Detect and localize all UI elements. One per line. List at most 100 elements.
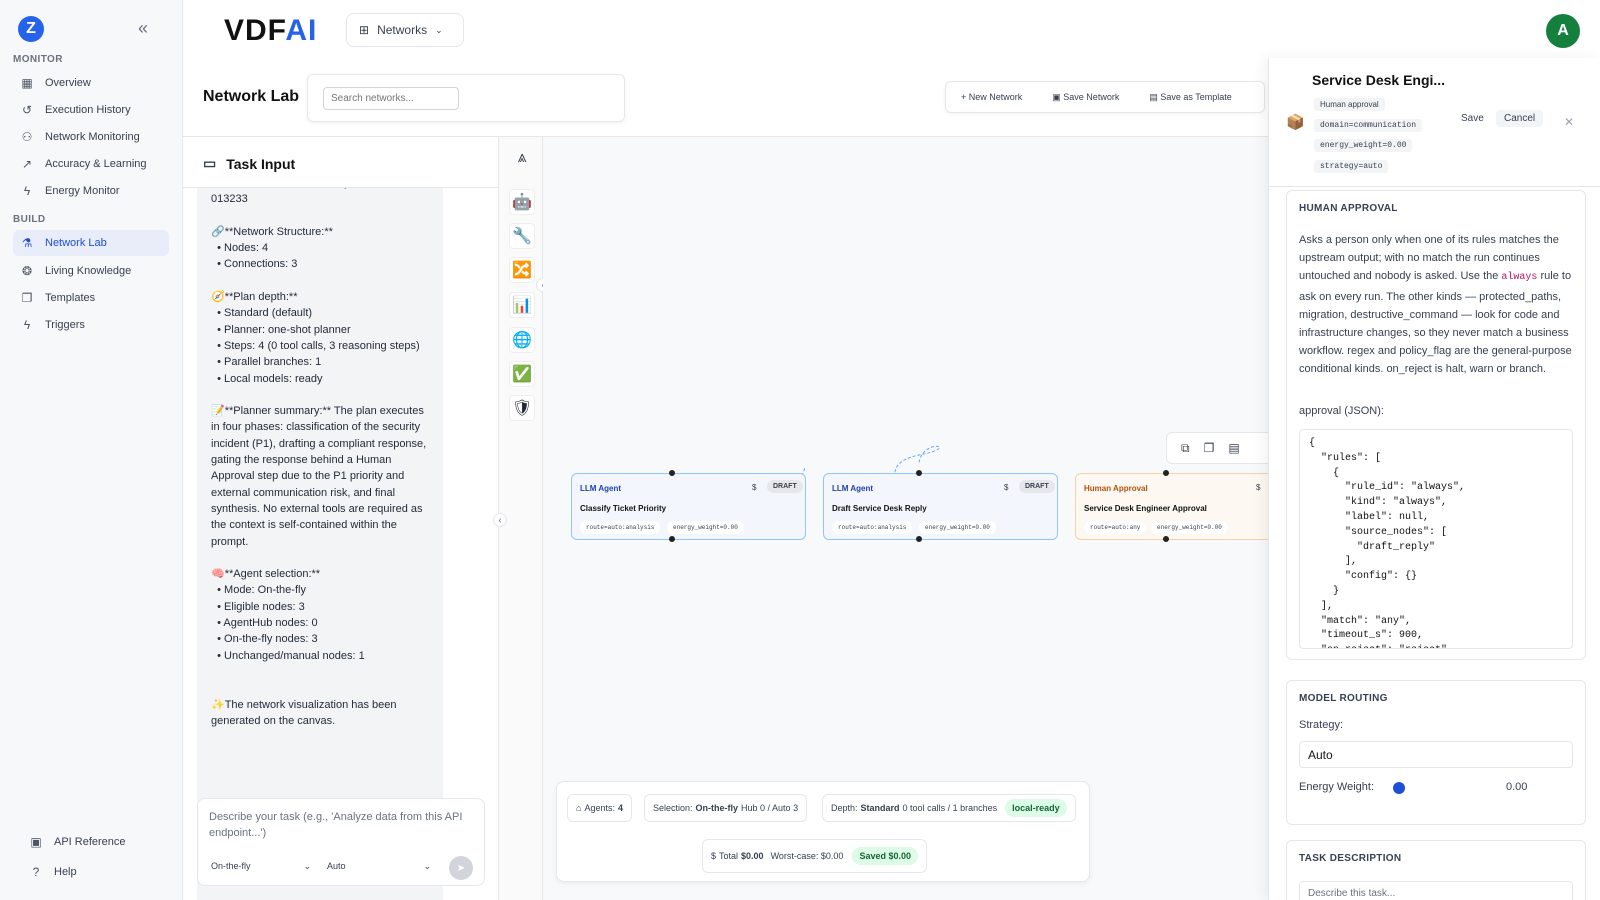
copy-icon[interactable]: ❐ xyxy=(1204,441,1215,455)
sidebar-item-network-lab[interactable]: ⚗ Network Lab xyxy=(13,230,169,256)
networks-label: Networks xyxy=(377,23,428,37)
node-cost: $ xyxy=(1004,483,1009,492)
energy-chip: energy_weight=0.00 xyxy=(1151,521,1228,534)
hierarchy-icon[interactable]: ⩓ xyxy=(509,145,535,171)
sidebar-item-templates[interactable]: ❐ Templates xyxy=(13,285,169,311)
sidebar-item-api-reference[interactable]: ▣ API Reference xyxy=(22,829,178,855)
node-kind: LLM Agent xyxy=(832,484,874,493)
sidebar-item-label: Accuracy & Learning xyxy=(45,158,147,170)
sidebar-item-help[interactable]: ? Help xyxy=(22,859,178,885)
chevron-down-icon: ⌄ xyxy=(303,861,311,871)
dollar-icon: $ xyxy=(711,851,717,861)
save-template-label: Save as Template xyxy=(1160,91,1232,102)
node-handle[interactable] xyxy=(916,470,922,476)
node-cost: $ xyxy=(1256,483,1261,492)
chat-icon: ▭ xyxy=(203,155,217,171)
node-actions-toolbar: ⧉ ❐ ▤ xyxy=(1166,432,1272,464)
search-input[interactable] xyxy=(323,87,459,110)
model-routing-card: MODEL ROUTING Strategy: Auto Energy Weig… xyxy=(1286,680,1586,825)
file-icon[interactable]: ▤ xyxy=(1228,441,1239,455)
logo-icon[interactable]: Z xyxy=(18,16,44,42)
node-handle[interactable] xyxy=(669,470,675,476)
collapse-sidebar-icon[interactable]: « xyxy=(138,18,148,39)
strategy-select[interactable]: Auto xyxy=(1299,741,1573,768)
task-textarea[interactable]: Describe your task (e.g., 'Analyze data … xyxy=(209,809,479,841)
check-icon[interactable]: ✅ xyxy=(509,361,535,387)
node-handle[interactable] xyxy=(1163,536,1169,542)
selection-detail: Hub 0 / Auto 3 xyxy=(741,803,799,813)
sidebar-item-accuracy-learning[interactable]: ↗ Accuracy & Learning xyxy=(13,151,169,177)
section-build: BUILD xyxy=(13,214,46,225)
agents-label: Agents: xyxy=(584,803,615,813)
help-icon: ? xyxy=(32,865,40,879)
search-container xyxy=(307,74,625,122)
sidebar-item-energy-monitor[interactable]: ϟ Energy Monitor xyxy=(13,178,169,204)
node-kind: LLM Agent xyxy=(580,484,622,493)
task-description-input[interactable]: Describe this task... xyxy=(1299,881,1573,900)
shield-icon[interactable]: 🛡 xyxy=(509,395,535,421)
json-label: approval (JSON): xyxy=(1299,405,1384,417)
duplicate-icon[interactable]: ⧉ xyxy=(1181,441,1190,456)
cancel-button[interactable]: Cancel xyxy=(1496,110,1544,127)
shuffle-icon[interactable]: 🔀 xyxy=(509,257,535,283)
send-icon[interactable]: ➤ xyxy=(449,856,473,880)
status-badge: DRAFT xyxy=(1019,480,1055,493)
chart-icon[interactable]: 📊 xyxy=(509,292,535,318)
approval-json-editor[interactable]: { "rules": [ { "rule_id": "always", "kin… xyxy=(1299,429,1573,649)
node-kind: Human Approval xyxy=(1084,484,1148,493)
section-monitor: MONITOR xyxy=(13,54,63,65)
task-input-header: ▭ Task Input xyxy=(203,155,295,172)
globe-icon[interactable]: 🌐 xyxy=(509,327,535,353)
save-button[interactable]: Save xyxy=(1461,113,1484,124)
status-badge: DRAFT xyxy=(767,480,803,493)
total-value: $0.00 xyxy=(741,851,764,861)
wrench-icon[interactable]: 🔧 xyxy=(509,223,535,249)
network-icon: ⚇ xyxy=(21,130,33,144)
task-composer: Describe your task (e.g., 'Analyze data … xyxy=(197,798,485,886)
node-draft-reply[interactable]: LLM Agent $ DRAFT Draft Service Desk Rep… xyxy=(823,473,1058,540)
depth-detail: 0 tool calls / 1 branches xyxy=(902,803,998,813)
message-text: …workflow-for-this-ticket-my-l-20260926-… xyxy=(211,187,427,727)
node-classify-ticket[interactable]: LLM Agent $ DRAFT Classify Ticket Priori… xyxy=(571,473,806,540)
node-handle[interactable] xyxy=(916,536,922,542)
depth-value: Standard xyxy=(860,803,900,813)
save-icon: ▣ xyxy=(1052,91,1064,102)
save-template-button[interactable]: ▤ Save as Template xyxy=(1149,92,1231,103)
sidebar-item-label: Network Lab xyxy=(45,237,107,249)
node-human-approval[interactable]: Human Approval $ Service Desk Engineer A… xyxy=(1075,473,1275,540)
networks-dropdown[interactable]: ⊞ Networks ⌄ xyxy=(346,13,464,47)
sidebar-item-label: Triggers xyxy=(45,319,85,331)
sidebar-item-network-monitoring[interactable]: ⚇ Network Monitoring xyxy=(13,124,169,150)
bolt-icon: ϟ xyxy=(23,184,31,198)
plus-icon: + xyxy=(961,92,969,102)
mode-select[interactable]: On-the-fly ⌄ xyxy=(211,861,311,872)
sidebar-item-label: Overview xyxy=(45,77,91,89)
tag-type: Human approval xyxy=(1314,98,1385,111)
agents-pill: ⌂ Agents: 4 xyxy=(567,794,632,822)
sidebar-item-overview[interactable]: ▦ Overview xyxy=(13,70,169,96)
collapse-task-icon[interactable]: ‹ xyxy=(493,513,507,527)
worst-case-value: Worst-case: $0.00 xyxy=(770,851,844,861)
save-network-button[interactable]: ▣ Save Network xyxy=(1052,92,1119,103)
model-select[interactable]: Auto ⌄ xyxy=(327,861,431,872)
sidebar-item-living-knowledge[interactable]: ❂ Living Knowledge xyxy=(13,258,169,284)
close-icon[interactable]: ✕ xyxy=(1564,115,1574,129)
node-title: Classify Ticket Priority xyxy=(580,504,667,513)
brain-icon: ❂ xyxy=(21,264,33,278)
robot-icon[interactable]: 🤖 xyxy=(509,189,535,215)
agents-value: 4 xyxy=(617,803,623,813)
model-value: Auto xyxy=(327,861,346,871)
energy-slider[interactable] xyxy=(1393,782,1405,794)
divider xyxy=(1269,186,1600,187)
avatar[interactable]: A xyxy=(1546,14,1580,48)
sidebar-item-execution-history[interactable]: ↺ Execution History xyxy=(13,97,169,123)
task-description-card: TASK DESCRIPTION Describe this task... xyxy=(1286,840,1586,900)
node-handle[interactable] xyxy=(1163,470,1169,476)
sidebar-item-triggers[interactable]: ϟ Triggers xyxy=(13,312,169,338)
section-heading: MODEL ROUTING xyxy=(1299,693,1388,704)
new-network-button[interactable]: + New Network xyxy=(961,92,1022,102)
node-handle[interactable] xyxy=(669,536,675,542)
node-title: Draft Service Desk Reply xyxy=(832,504,927,513)
grid-icon: ⊞ xyxy=(359,23,370,37)
panel-title: Service Desk Engi... xyxy=(1312,72,1446,88)
